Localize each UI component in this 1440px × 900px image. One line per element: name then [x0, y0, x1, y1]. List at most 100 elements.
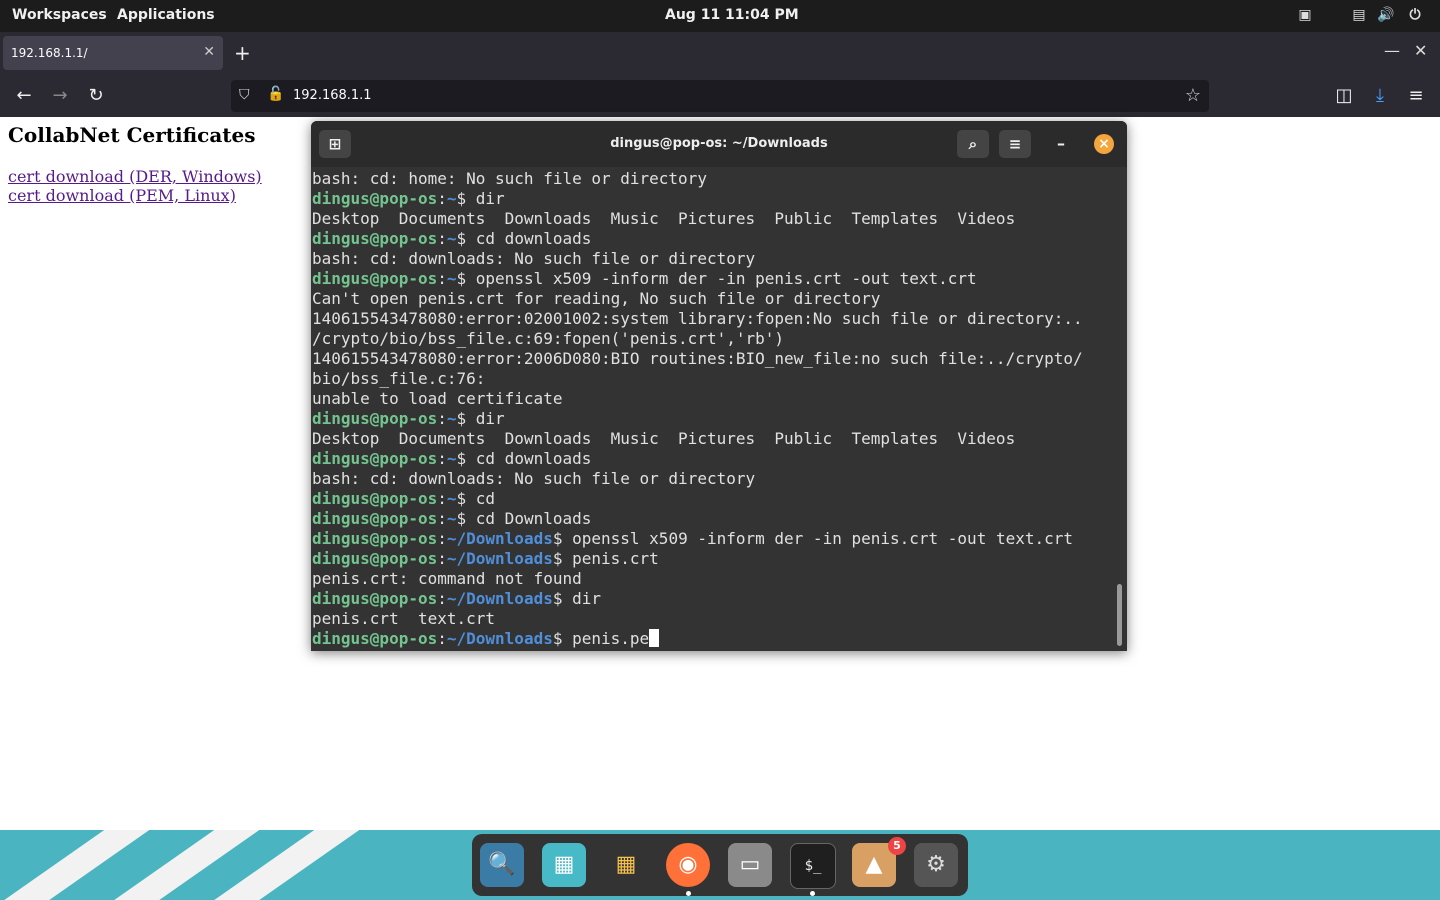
command-text: $ dir	[456, 409, 505, 428]
prompt-separator: :	[437, 629, 447, 648]
menu-icon[interactable]: ≡	[1404, 84, 1428, 108]
new-tab-icon[interactable]: +	[234, 41, 251, 65]
tab-strip: 192.168.1.1/ ✕	[0, 32, 1440, 76]
prompt-path: ~	[446, 189, 457, 208]
volume-icon[interactable]: 🔊	[1377, 6, 1395, 24]
folder-icon[interactable]: ▭	[728, 843, 772, 887]
display-icon[interactable]: ▣	[1296, 6, 1314, 24]
search-icon[interactable]: 🔍	[480, 843, 524, 887]
network-icon[interactable]: ▤	[1350, 6, 1368, 24]
terminal-window[interactable]: ⊞ dingus@pop-os: ~/Downloads ⌕ ≡ – × bas…	[311, 121, 1127, 651]
prompt-user: dingus@pop-os	[312, 189, 438, 208]
der-download-link[interactable]: cert download (DER, Windows)	[8, 167, 262, 186]
prompt-user: dingus@pop-os	[312, 529, 438, 548]
reload-icon[interactable]: ↻	[84, 84, 108, 108]
terminal-line: dingus@pop-os:~$ cd Downloads	[312, 509, 1112, 529]
files-icon[interactable]: ▦	[542, 843, 586, 887]
tracking-shield-icon[interactable]: ⛉	[239, 87, 250, 103]
workspaces-button[interactable]: Workspaces	[12, 7, 107, 23]
terminal-close-icon[interactable]: ×	[1094, 134, 1114, 154]
settings-icon[interactable]: ⚙	[914, 843, 958, 887]
url-text[interactable]: 192.168.1.1	[293, 88, 372, 103]
terminal-line: 140615543478080:error:2006D080:BIO routi…	[312, 349, 1083, 368]
prompt-user: dingus@pop-os	[312, 409, 438, 428]
url-bar[interactable]: ⛉ 🔓 192.168.1.1 ☆	[231, 80, 1209, 112]
terminal-line: Can't open penis.crt for reading, No suc…	[312, 289, 881, 308]
app-grid-icon[interactable]: ▦	[604, 843, 648, 887]
close-window-icon[interactable]: ✕	[1414, 41, 1427, 60]
prompt-path: ~/Downloads	[446, 629, 553, 648]
clock[interactable]: Aug 11 11:04 PM	[665, 7, 799, 23]
prompt-path: ~	[446, 449, 457, 468]
terminal-line: dingus@pop-os:~$ dir	[312, 409, 1112, 429]
prompt-user: dingus@pop-os	[312, 549, 438, 568]
insecure-lock-icon[interactable]: 🔓	[267, 86, 284, 102]
close-tab-icon[interactable]: ✕	[203, 44, 215, 60]
prompt-user: dingus@pop-os	[312, 509, 438, 528]
back-icon[interactable]: ←	[12, 84, 36, 108]
terminal-headerbar[interactable]: ⊞ dingus@pop-os: ~/Downloads ⌕ ≡ – ×	[311, 121, 1127, 167]
command-text: $ dir	[456, 189, 505, 208]
pocket-icon[interactable]: ◫	[1332, 84, 1356, 108]
tab-title: 192.168.1.1/	[11, 46, 88, 60]
prompt-user: dingus@pop-os	[312, 629, 438, 648]
command-text: $ cd downloads	[456, 449, 592, 468]
applications-button[interactable]: Applications	[117, 7, 215, 23]
bookmark-star-icon[interactable]: ☆	[1185, 85, 1201, 106]
prompt-separator: :	[437, 589, 447, 608]
terminal-line: 140615543478080:error:02001002:system li…	[312, 309, 1083, 328]
prompt-path: ~	[446, 509, 457, 528]
terminal-minimize-icon[interactable]: –	[1057, 134, 1065, 153]
page-title: CollabNet Certificates	[8, 123, 256, 147]
terminal-line: dingus@pop-os:~$ dir	[312, 189, 1112, 209]
terminal-line: bio/bss_file.c:76:	[312, 369, 486, 388]
terminal-line: bash: cd: home: No such file or director…	[312, 169, 707, 188]
command-text: $ openssl x509 -inform der -in penis.crt…	[552, 529, 1074, 548]
prompt-separator: :	[437, 529, 447, 548]
notification-badge: 5	[888, 837, 906, 855]
terminal-line: bash: cd: downloads: No such file or dir…	[312, 249, 756, 268]
terminal-search-icon[interactable]: ⌕	[957, 130, 989, 158]
command-text: $ penis.crt	[552, 549, 659, 568]
forward-icon[interactable]: →	[48, 84, 72, 108]
terminal-scrollbar[interactable]	[1117, 584, 1122, 646]
firefox-icon[interactable]: ◉	[666, 843, 710, 887]
terminal-line: Desktop Documents Downloads Music Pictur…	[312, 429, 1016, 448]
pem-download-link[interactable]: cert download (PEM, Linux)	[8, 186, 236, 205]
terminal-icon[interactable]: $_	[790, 843, 836, 889]
minimize-window-icon[interactable]: —	[1384, 41, 1400, 60]
power-icon[interactable]: ⏻	[1406, 6, 1424, 24]
terminal-line: Desktop Documents Downloads Music Pictur…	[312, 209, 1016, 228]
prompt-separator: :	[437, 509, 447, 528]
downloads-icon[interactable]: ⤓	[1368, 84, 1392, 108]
prompt-path: ~/Downloads	[446, 529, 553, 548]
command-text: $ openssl x509 -inform der -in penis.crt…	[456, 269, 977, 288]
prompt-user: dingus@pop-os	[312, 589, 438, 608]
prompt-path: ~	[446, 269, 457, 288]
terminal-line: unable to load certificate	[312, 389, 563, 408]
prompt-path: ~	[446, 489, 457, 508]
prompt-separator: :	[437, 189, 447, 208]
terminal-menu-icon[interactable]: ≡	[999, 130, 1031, 158]
terminal-output[interactable]: bash: cd: home: No such file or director…	[312, 169, 1112, 649]
prompt-user: dingus@pop-os	[312, 449, 438, 468]
prompt-separator: :	[437, 549, 447, 568]
terminal-line: dingus@pop-os:~/Downloads$ dir	[312, 589, 1112, 609]
terminal-line: dingus@pop-os:~$ cd downloads	[312, 449, 1112, 469]
prompt-path: ~	[446, 409, 457, 428]
prompt-path: ~/Downloads	[446, 549, 553, 568]
prompt-user: dingus@pop-os	[312, 489, 438, 508]
navigation-toolbar: ← → ↻ ⛉ 🔓 192.168.1.1 ☆ ◫ ⤓ ≡	[0, 76, 1440, 117]
prompt-separator: :	[437, 489, 447, 508]
browser-tab[interactable]: 192.168.1.1/ ✕	[3, 36, 223, 70]
terminal-line: dingus@pop-os:~$ cd	[312, 489, 1112, 509]
prompt-separator: :	[437, 449, 447, 468]
prompt-separator: :	[437, 229, 447, 248]
terminal-line: dingus@pop-os:~/Downloads$ openssl x509 …	[312, 529, 1112, 549]
command-text: $ cd	[456, 489, 496, 508]
command-text: $ cd downloads	[456, 229, 592, 248]
terminal-line: /crypto/bio/bss_file.c:69:fopen('penis.c…	[312, 329, 785, 348]
prompt-user: dingus@pop-os	[312, 269, 438, 288]
command-text: $ penis.pe	[552, 629, 650, 648]
prompt-path: ~	[446, 229, 457, 248]
